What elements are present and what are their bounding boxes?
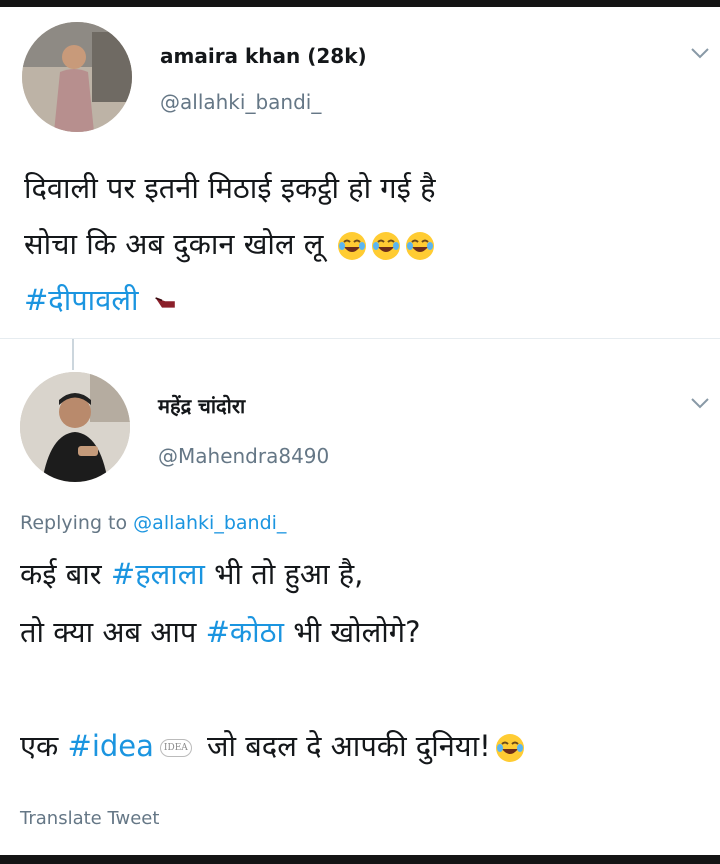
tweet-text-line: दिवाली पर इतनी मिठाई इकट्ठी हो गई है <box>24 160 436 216</box>
pointing-hand-icon <box>155 297 175 308</box>
replying-handle-link[interactable]: @allahki_bandi_ <box>133 512 286 534</box>
hashtag-link[interactable]: #कोठा <box>206 615 284 649</box>
tweet-text-line: #दीपावली <box>24 272 180 328</box>
tweet-text: सोचा कि अब दुकान खोल लू <box>24 227 324 261</box>
tweet-text: जो बदल दे आपकी दुनिया! <box>197 729 491 763</box>
laughing-emoji-icon <box>337 232 366 260</box>
tweet-text: कई बार <box>20 557 111 591</box>
divider <box>0 338 720 339</box>
tweet-text: दिवाली पर इतनी मिठाई इकट्ठी हो गई है <box>24 171 436 205</box>
tweet-text: तो क्या अब आप <box>20 615 206 649</box>
tweet-text: भी खोलोगे? <box>284 615 421 649</box>
chevron-down-icon[interactable] <box>690 46 710 60</box>
tweet-text-line: सोचा कि अब दुकान खोल लू <box>24 216 435 272</box>
display-name[interactable]: amaira khan (28k) <box>160 44 367 68</box>
laughing-emoji-icon <box>495 734 524 762</box>
idea-logo-icon: IDEA <box>159 739 192 757</box>
hashtag-link[interactable]: #दीपावली <box>24 283 139 317</box>
chevron-down-icon[interactable] <box>690 396 710 410</box>
reply-tweet[interactable]: महेंद्र चांदोरा @Mahendra8490 Replying t… <box>0 340 720 855</box>
laughing-emoji-icon <box>371 232 400 260</box>
user-handle[interactable]: @allahki_bandi_ <box>160 90 321 114</box>
tweet-text-line: एक #idea IDEA जो बदल दे आपकी दुनिया! <box>20 718 525 774</box>
original-tweet[interactable]: amaira khan (28k) @allahki_bandi_ दिवाली… <box>0 0 720 338</box>
hashtag-link[interactable]: #idea <box>68 729 154 763</box>
tweet-text: भी तो हुआ है, <box>204 557 364 591</box>
avatar[interactable] <box>20 372 130 482</box>
tweet-text-line: कई बार #हलाला भी तो हुआ है, <box>20 546 363 602</box>
translate-tweet-link[interactable]: Translate Tweet <box>20 808 159 829</box>
replying-to: Replying to @allahki_bandi_ <box>20 512 286 534</box>
display-name[interactable]: महेंद्र चांदोरा <box>158 392 245 419</box>
hashtag-link[interactable]: #हलाला <box>111 557 205 591</box>
tweet-text-line: तो क्या अब आप #कोठा भी खोलोगे? <box>20 604 421 660</box>
avatar[interactable] <box>22 22 132 132</box>
tweet-text: एक <box>20 729 68 763</box>
bottom-border <box>0 855 720 864</box>
laughing-emoji-icon <box>405 232 434 260</box>
user-handle[interactable]: @Mahendra8490 <box>158 444 329 468</box>
replying-prefix: Replying to <box>20 512 128 534</box>
